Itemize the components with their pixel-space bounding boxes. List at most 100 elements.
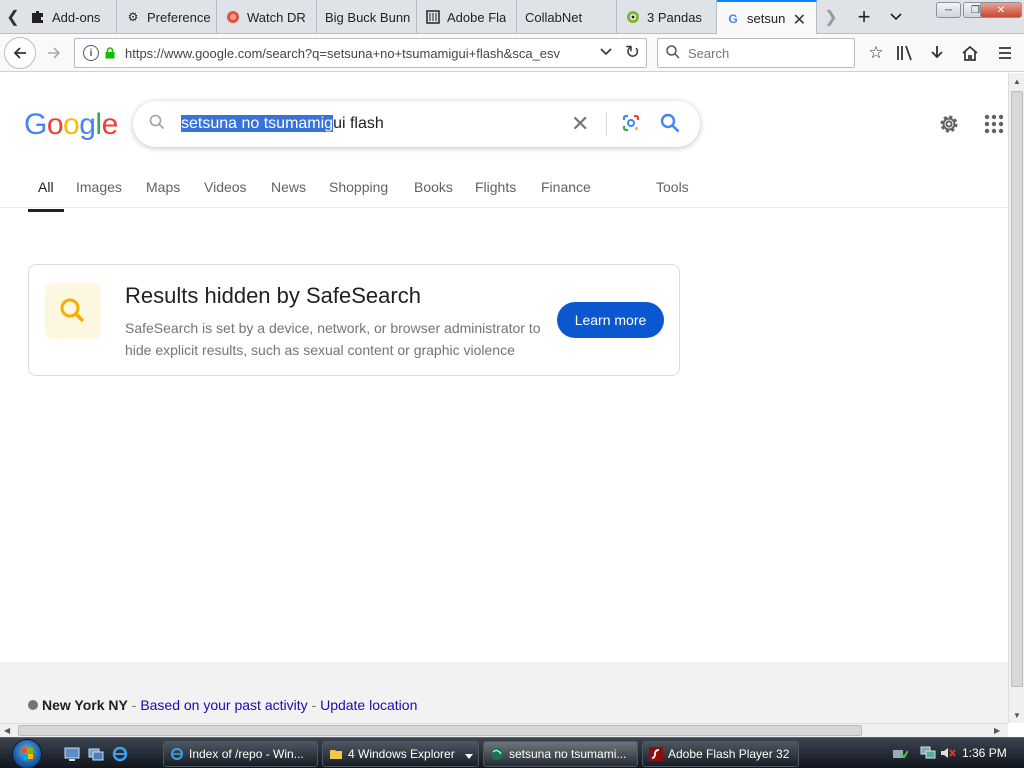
chevron-down-icon[interactable] (465, 749, 473, 763)
taskbar-item-windows-explorer[interactable]: 4 Windows Explorer (322, 741, 479, 767)
windows-taskbar: Index of /repo - Win... 4 Windows Explor… (0, 737, 1024, 768)
google-lens-icon[interactable] (621, 113, 641, 133)
navigation-bar: i https://www.google.com/search?q=setsun… (0, 34, 1024, 72)
library-icon[interactable] (893, 41, 917, 65)
start-button[interactable] (8, 738, 52, 768)
scroll-right-arrow[interactable]: ▶ (994, 726, 1000, 735)
taskbar-item-firefox-active[interactable]: setsuna no tsumami... (483, 741, 638, 767)
active-tab-underline (28, 209, 64, 212)
minimize-button[interactable]: ─ (936, 2, 961, 18)
lock-icon (105, 47, 115, 59)
tab-big-buck-bunny[interactable]: Big Buck Bunn (317, 0, 417, 34)
horizontal-scrollbar[interactable]: ◀ ▶ (0, 723, 1008, 737)
google-icon: G (728, 11, 738, 26)
tab-3-pandas[interactable]: 3 Pandas (617, 0, 717, 34)
vertical-scrollbar[interactable]: ▲ ▼ (1008, 73, 1024, 723)
taskbar-item-label: 4 Windows Explorer (348, 747, 455, 761)
google-logo[interactable]: Google (24, 108, 118, 142)
tab-add-ons[interactable]: Add-ons (22, 0, 117, 34)
learn-more-button[interactable]: Learn more (557, 302, 664, 338)
bookmark-star-icon[interactable]: ☆ (864, 41, 888, 65)
watch-icon (225, 9, 241, 25)
chevron-down-icon[interactable] (600, 45, 612, 59)
forward-button[interactable] (40, 39, 68, 67)
scroll-up-arrow[interactable]: ▲ (1013, 77, 1021, 86)
tab-label: Big Buck Bunn (325, 9, 411, 25)
tab-label: Finance (541, 179, 591, 195)
url-bar[interactable]: i https://www.google.com/search?q=setsun… (74, 38, 647, 68)
tab-scroll-right-button[interactable]: ❯ (820, 0, 842, 34)
tab-label: Books (414, 179, 453, 195)
downloads-icon[interactable] (925, 41, 949, 65)
adobe-icon (425, 9, 441, 25)
page-content: Google setsuna no tsumamigui flash ✕ All… (0, 73, 1008, 723)
volume-muted-icon[interactable] (940, 746, 956, 765)
close-tab-icon[interactable]: ✕ (793, 10, 806, 30)
safesearch-title: Results hidden by SafeSearch (125, 283, 421, 308)
google-apps-grid-icon[interactable] (984, 114, 1004, 134)
tab-label: Adobe Fla (447, 9, 507, 25)
window-close-button[interactable]: ✕ (980, 2, 1022, 18)
tab-label: Tools (656, 179, 689, 195)
reload-icon[interactable]: ↻ (625, 42, 640, 63)
tab-label: setsun (747, 11, 786, 26)
system-clock[interactable]: 1:36 PM (962, 746, 1007, 760)
network-icon[interactable] (920, 746, 936, 765)
google-search-submit-icon[interactable] (659, 112, 683, 136)
tab-watch-dr[interactable]: Watch DR (217, 0, 317, 34)
update-location-link[interactable]: Update location (320, 697, 417, 713)
tab-preferences[interactable]: ⚙ Preference (117, 0, 217, 34)
ie-icon (170, 747, 184, 761)
arrow-left-icon (13, 47, 26, 59)
arrow-right-icon (48, 47, 61, 59)
scroll-left-arrow[interactable]: ◀ (4, 726, 10, 735)
location-place: New York NY (42, 697, 128, 713)
home-icon[interactable] (958, 41, 982, 65)
search-placeholder: Search (688, 45, 730, 61)
tab-label: All (38, 179, 54, 195)
google-search-bar[interactable]: setsuna no tsumamigui flash ✕ (133, 101, 700, 147)
hamburger-menu-icon[interactable] (993, 41, 1017, 65)
taskbar-item-label: Adobe Flash Player 32 (668, 747, 790, 761)
selected-query-text: setsuna no tsumamig (181, 115, 334, 132)
search-query-input[interactable]: setsuna no tsumamigui flash (181, 115, 384, 133)
firefox-icon (490, 747, 504, 761)
taskbar-item-flash-player[interactable]: Adobe Flash Player 32 (642, 741, 799, 767)
tab-adobe-flash[interactable]: Adobe Fla (417, 0, 517, 34)
folder-icon (329, 747, 343, 761)
vertical-scroll-thumb[interactable] (1011, 91, 1023, 687)
based-on-activity-link[interactable]: Based on your past activity (140, 697, 307, 713)
tab-label: Images (76, 179, 122, 195)
gear-icon: ⚙ (127, 10, 139, 24)
tab-scroll-left-button[interactable]: ❮ (2, 0, 24, 34)
browser-search-box[interactable]: Search (657, 38, 855, 68)
tab-label: Watch DR (247, 9, 306, 25)
back-button[interactable] (4, 37, 36, 69)
switch-windows-icon[interactable] (88, 746, 104, 762)
horizontal-scroll-thumb[interactable] (18, 725, 862, 736)
tab-list-button[interactable] (884, 4, 908, 30)
tab-collabnet[interactable]: CollabNet (517, 0, 617, 34)
clear-search-icon[interactable]: ✕ (571, 111, 589, 137)
tab-label: Flights (475, 179, 517, 195)
tab-label: Maps (146, 179, 181, 195)
tab-label: Add-ons (52, 9, 101, 25)
taskbar-item-index-repo[interactable]: Index of /repo - Win... (163, 741, 318, 767)
screen: ❮ Add-ons ⚙ Preference Watch DR Big Buck… (0, 0, 1024, 768)
tab-label: News (271, 179, 307, 195)
scroll-down-arrow[interactable]: ▼ (1013, 711, 1021, 720)
info-icon[interactable]: i (83, 45, 99, 61)
new-tab-button[interactable]: + (851, 4, 877, 30)
tab-google-search-active[interactable]: G setsun ✕ (717, 0, 817, 35)
location-line: New York NY - Based on your past activit… (28, 697, 417, 713)
flash-icon (649, 747, 663, 761)
internet-explorer-icon[interactable] (112, 746, 128, 762)
tab-label: Videos (204, 179, 247, 195)
google-logo-letter: o (63, 108, 80, 141)
settings-gear-icon[interactable] (937, 112, 961, 136)
safely-remove-hardware-icon[interactable] (892, 746, 909, 765)
unselected-query-text: ui flash (333, 115, 384, 132)
tab-label: Shopping (329, 179, 389, 195)
show-desktop-icon[interactable] (64, 746, 80, 762)
chevron-down-icon (890, 13, 902, 21)
